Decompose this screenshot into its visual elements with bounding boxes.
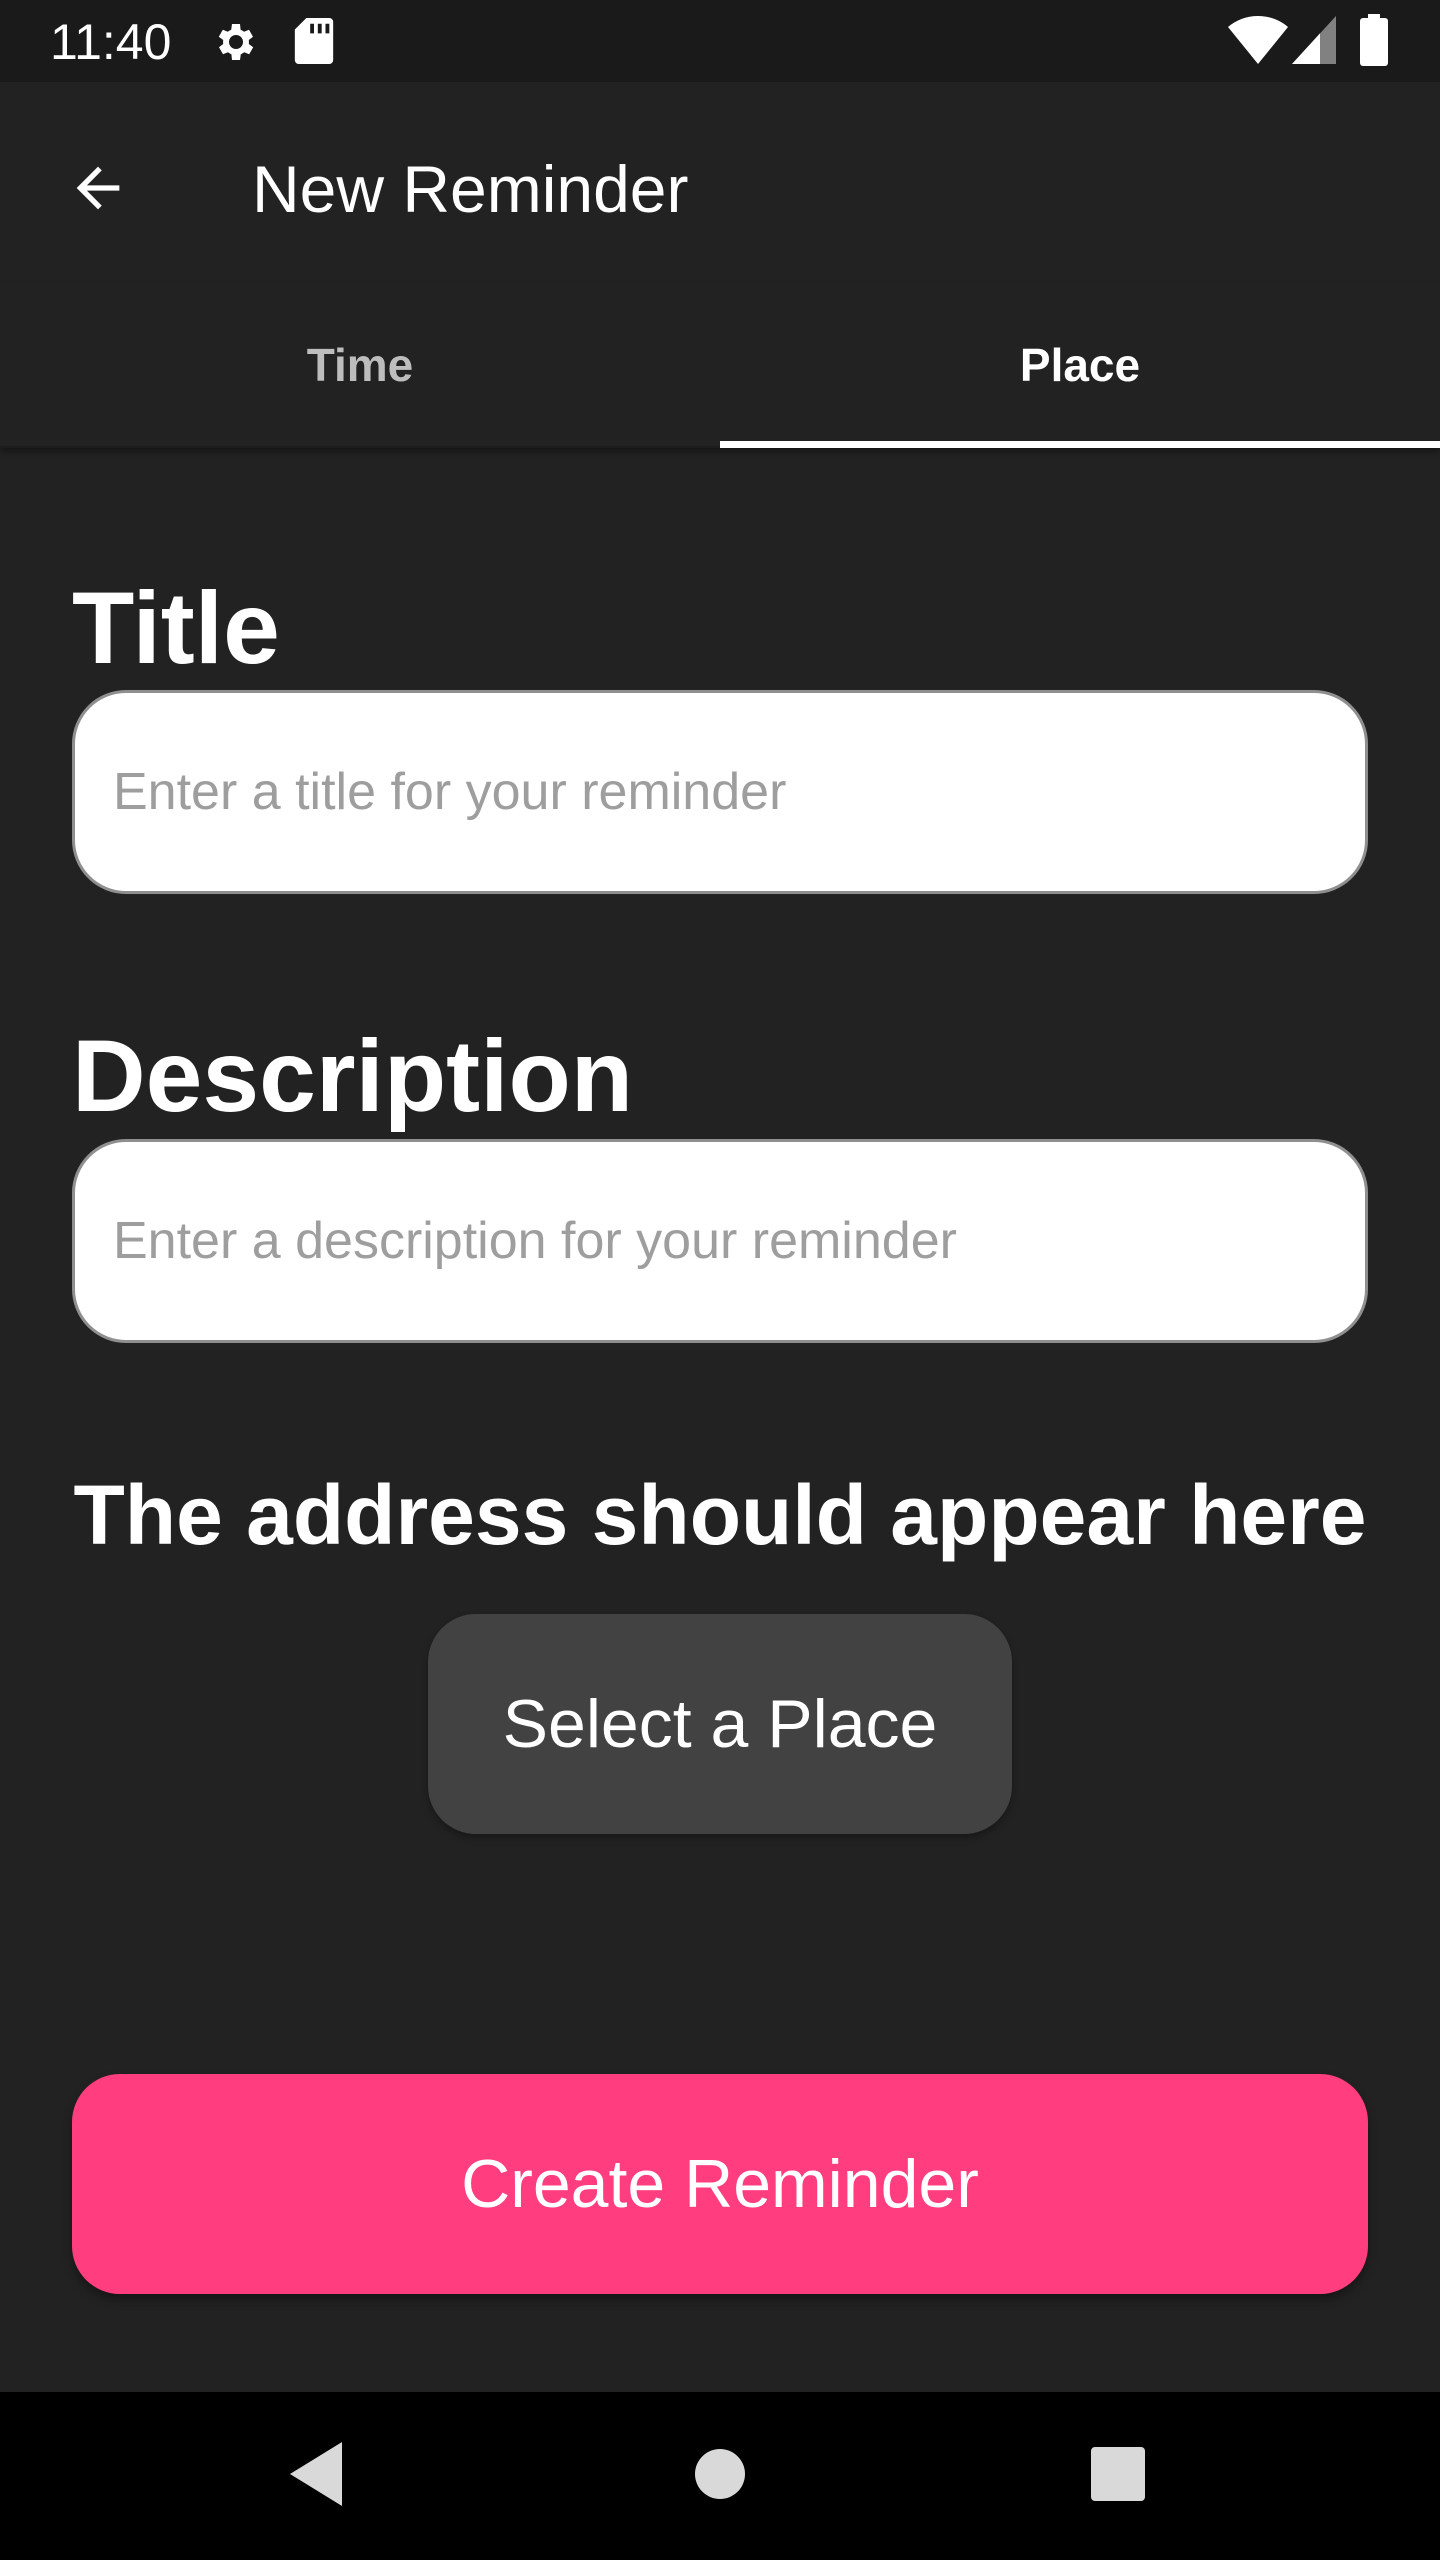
battery-icon: [1360, 14, 1388, 71]
back-button[interactable]: [50, 142, 146, 238]
nav-back-icon: [290, 2441, 346, 2511]
wifi-icon: [1228, 16, 1288, 69]
page-title: New Reminder: [252, 152, 689, 226]
title-input[interactable]: [72, 690, 1368, 894]
nav-home-button[interactable]: [640, 2392, 800, 2560]
tab-time[interactable]: Time: [0, 282, 720, 448]
status-bar: 11:40: [0, 0, 1440, 82]
nav-back-button[interactable]: [238, 2392, 398, 2560]
nav-recents-icon: [1091, 2446, 1145, 2506]
tab-place[interactable]: Place: [720, 282, 1440, 448]
description-label: Description: [72, 1019, 634, 1133]
sd-card-icon: [294, 18, 334, 69]
arrow-back-icon: [66, 156, 130, 225]
tab-indicator: [720, 441, 1440, 448]
nav-home-icon: [694, 2448, 746, 2505]
address-text: The address should appear here: [73, 1468, 1367, 1562]
app-bar: New Reminder: [0, 82, 1440, 282]
signal-icon: [1292, 16, 1336, 69]
settings-icon: [212, 18, 260, 71]
nav-recents-button[interactable]: [1038, 2392, 1198, 2560]
system-nav-bar: [0, 2392, 1440, 2560]
status-time: 11:40: [50, 14, 172, 70]
tab-bar: Time Place: [0, 282, 1440, 448]
description-input[interactable]: [72, 1139, 1368, 1343]
title-label: Title: [72, 571, 280, 685]
create-reminder-button[interactable]: Create Reminder: [72, 2074, 1368, 2294]
select-place-button[interactable]: Select a Place: [428, 1614, 1012, 1834]
